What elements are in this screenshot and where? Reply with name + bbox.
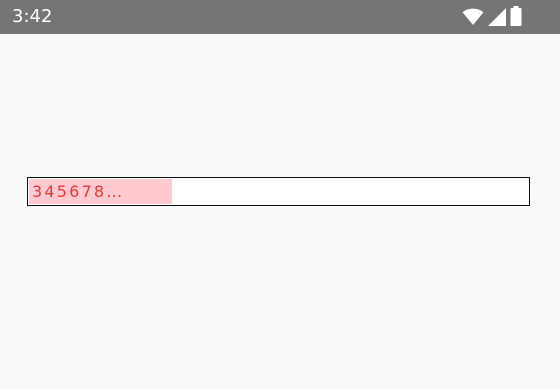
cellular-signal-icon bbox=[488, 8, 506, 26]
text-input-field[interactable]: 345678… bbox=[27, 177, 530, 206]
wifi-icon bbox=[462, 8, 484, 26]
status-time: 3:42 bbox=[12, 6, 53, 27]
status-bar: 3:42 bbox=[0, 0, 560, 34]
text-field-value: 345678… bbox=[32, 182, 125, 201]
status-icons bbox=[462, 6, 522, 26]
battery-icon bbox=[510, 6, 522, 26]
